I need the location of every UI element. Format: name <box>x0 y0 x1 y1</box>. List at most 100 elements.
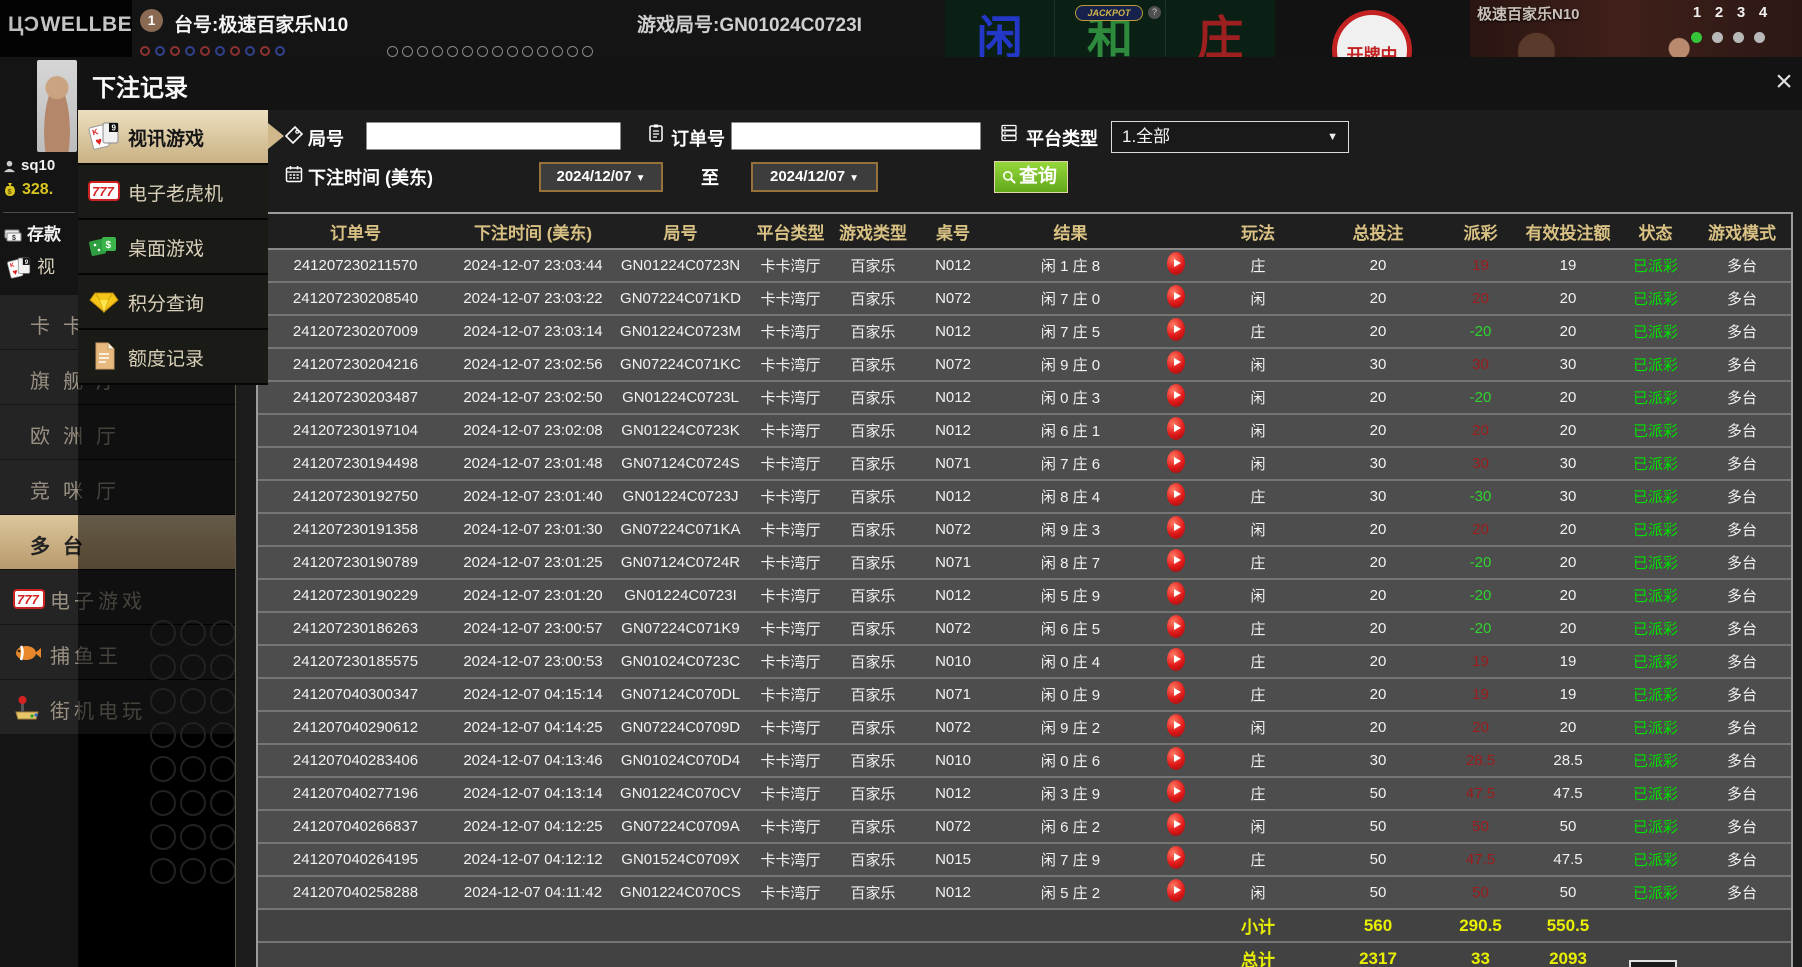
replay-play-icon[interactable] <box>1166 483 1185 506</box>
sidebar-item-额度记录[interactable]: 额度记录 <box>78 330 268 385</box>
sidebar-item-积分查询[interactable]: 积分查询 <box>78 275 268 330</box>
sidebar-item-label: 视讯游戏 <box>128 129 205 150</box>
pagination-box[interactable] <box>1629 960 1677 967</box>
replay-play-icon[interactable] <box>1166 252 1185 275</box>
game-type-cell: 百家乐 <box>833 281 913 315</box>
video-seat-numbers: 1234 <box>1686 4 1774 22</box>
replay-cell <box>1148 446 1203 480</box>
search-button[interactable]: 查询 <box>994 161 1069 193</box>
video-tab-label: 视 <box>37 257 55 277</box>
order-input[interactable] <box>731 122 981 150</box>
table-no-cell: N012 <box>913 776 993 810</box>
bet-zone-3[interactable]: 庄 <box>1166 0 1275 57</box>
replay-play-icon[interactable] <box>1166 318 1185 341</box>
replay-play-icon[interactable] <box>1166 747 1185 770</box>
replay-cell <box>1148 413 1203 447</box>
replay-cell <box>1148 545 1203 579</box>
payout-cell: 50 <box>1443 809 1518 843</box>
table-row: 241207040290612 2024-12-07 04:14:25 GN0722… <box>258 710 1791 744</box>
replay-play-icon[interactable] <box>1166 516 1185 539</box>
platform-cell: 卡卡湾厅 <box>748 347 833 381</box>
sidebar-item-电子老虎机[interactable]: 777 电子老虎机 <box>78 165 268 220</box>
user-icon <box>3 160 16 172</box>
replay-play-icon[interactable] <box>1166 681 1185 704</box>
platform-cell: 卡卡湾厅 <box>748 710 833 744</box>
round-input[interactable] <box>366 122 621 150</box>
slot-icon: 777 <box>87 174 121 208</box>
replay-play-icon[interactable] <box>1166 384 1185 407</box>
replay-play-icon[interactable] <box>1166 351 1185 374</box>
replay-play-icon[interactable] <box>1166 714 1185 737</box>
replay-play-icon[interactable] <box>1166 648 1185 671</box>
bet-time-cell: 2024-12-07 04:11:42 <box>453 875 613 909</box>
total-bet-cell: 20 <box>1313 314 1443 348</box>
avatar[interactable] <box>37 60 77 152</box>
replay-cell <box>1148 347 1203 381</box>
bet-zone-1[interactable]: 闲 <box>945 0 1056 57</box>
order-filter-label: 订单号 <box>671 129 725 149</box>
lobby-item-label: 多台 <box>30 536 96 558</box>
status-cell: 已派彩 <box>1618 578 1693 612</box>
round-id-cell: GN07224C071KC <box>613 347 748 381</box>
lobby-item-多台[interactable]: 多台 <box>0 515 235 569</box>
dim-bead <box>180 654 206 680</box>
seat-number: 2 <box>1714 4 1724 21</box>
seat-status-dot <box>1733 32 1744 43</box>
round-id-cell: GN07124C0724S <box>613 446 748 480</box>
playing-cards-icon: K♥9 <box>7 257 31 279</box>
bead-empty-dot <box>537 46 548 57</box>
replay-play-icon[interactable] <box>1166 417 1185 440</box>
table-no-cell: N072 <box>913 809 993 843</box>
platform-select[interactable]: 1.全部 ▼ <box>1111 121 1349 153</box>
replay-play-icon[interactable] <box>1166 582 1185 605</box>
sidebar-item-视讯游戏[interactable]: K ♥ 9 视讯游戏 <box>78 110 284 165</box>
close-icon[interactable]: × <box>1766 65 1802 101</box>
result-cell: 闲 0 庄 3 <box>993 380 1148 414</box>
video-games-tab[interactable]: K ♥ 9 视 <box>6 253 55 281</box>
replay-cell <box>1148 611 1203 645</box>
replay-play-icon[interactable] <box>1166 813 1185 836</box>
replay-play-icon[interactable] <box>1166 285 1185 308</box>
lobby-item-欧洲厅[interactable]: 欧洲厅 <box>0 405 235 459</box>
table-row: 241207230192750 2024-12-07 23:01:40 GN0122… <box>258 479 1791 513</box>
deposit-button[interactable]: $ 存款 <box>4 220 61 245</box>
platform-select-value: 1.全部 <box>1122 127 1171 146</box>
svg-text:$: $ <box>106 240 112 251</box>
table-no-cell: N071 <box>913 545 993 579</box>
date-to-select[interactable]: 2024/12/07 ▼ <box>751 162 878 192</box>
total-bet-cell: 50 <box>1313 842 1443 876</box>
replay-play-icon[interactable] <box>1166 549 1185 572</box>
platform-cell: 卡卡湾厅 <box>748 281 833 315</box>
table-row: 241207230197104 2024-12-07 23:02:08 GN0122… <box>258 413 1791 447</box>
replay-play-icon[interactable] <box>1166 846 1185 869</box>
calendar-icon <box>285 166 303 183</box>
replay-play-icon[interactable] <box>1166 450 1185 473</box>
modal-title: 下注记录 <box>92 75 188 102</box>
lobby-item-电子游戏[interactable]: 777 电子游戏 <box>0 570 235 624</box>
replay-play-icon[interactable] <box>1166 780 1185 803</box>
valid-bet-cell: 20 <box>1518 611 1618 645</box>
column-header: 下注时间 (美东) <box>453 214 613 250</box>
column-header: 局号 <box>613 214 748 250</box>
sidebar-item-桌面游戏[interactable]: $ 桌面游戏 <box>78 220 268 275</box>
lobby-item-竞咪厅[interactable]: 竞咪厅 <box>0 460 235 514</box>
order-id-cell: 241207040266837 <box>258 809 453 843</box>
replay-play-icon[interactable] <box>1166 879 1185 902</box>
valid-bet-cell: 19 <box>1518 248 1618 282</box>
valid-bet-cell: 20 <box>1518 545 1618 579</box>
column-header: 游戏模式 <box>1693 214 1791 250</box>
platform-cell: 卡卡湾厅 <box>748 314 833 348</box>
payout-cell: 47.5 <box>1443 776 1518 810</box>
bead-empty-dot <box>582 46 593 57</box>
replay-play-icon[interactable] <box>1166 615 1185 638</box>
platform-cell: 卡卡湾厅 <box>748 743 833 777</box>
replay-cell <box>1148 512 1203 546</box>
date-from-select[interactable]: 2024/12/07 ▼ <box>539 162 663 192</box>
valid-bet-cell: 30 <box>1518 479 1618 513</box>
dim-bead <box>210 790 236 816</box>
replay-cell <box>1148 842 1203 876</box>
result-cell: 闲 6 庄 1 <box>993 413 1148 447</box>
jackpot-help-icon[interactable]: ? <box>1148 6 1161 19</box>
status-cell: 已派彩 <box>1618 281 1693 315</box>
dim-bead <box>150 688 176 714</box>
